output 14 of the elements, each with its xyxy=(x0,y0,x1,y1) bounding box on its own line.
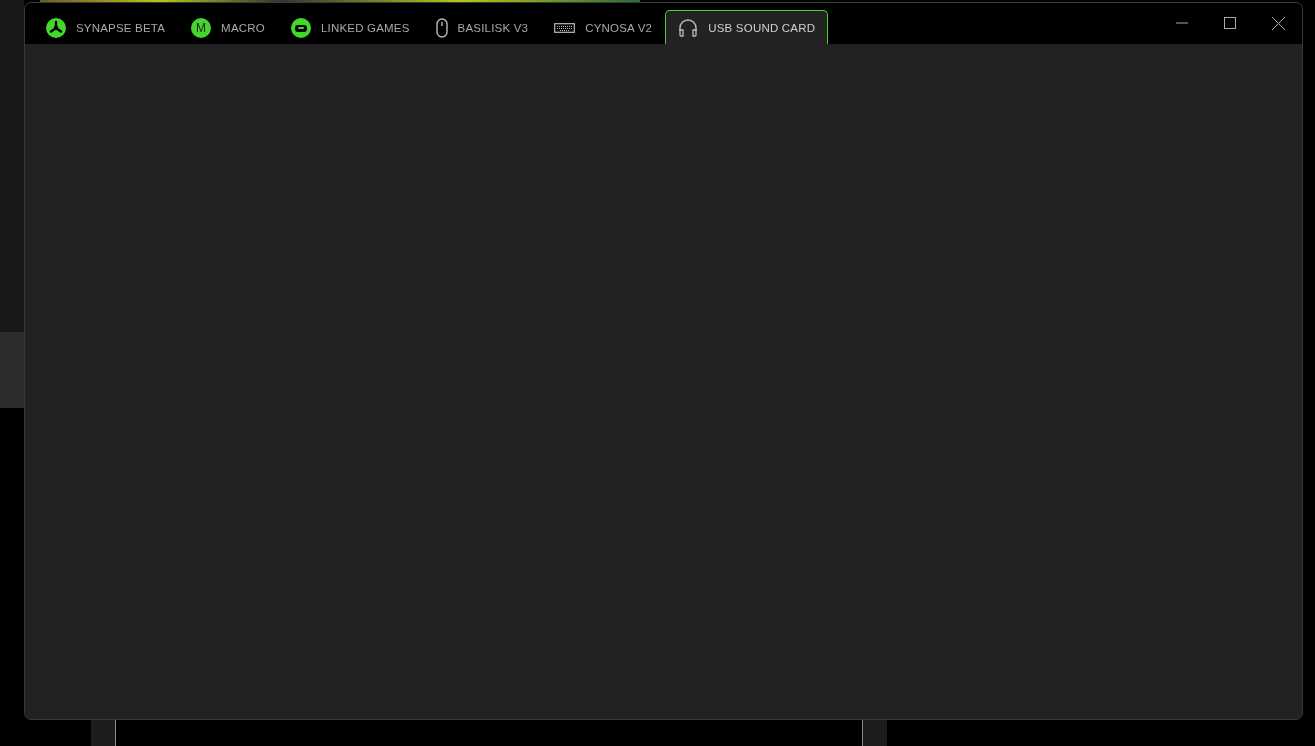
mouse-icon xyxy=(435,17,448,38)
tab[interactable]: USB SOUND CARD xyxy=(665,10,829,44)
triskelion-logo-icon xyxy=(46,17,66,38)
macro-letter-icon: M xyxy=(191,17,212,38)
tab[interactable]: CYNOSA V2 xyxy=(541,10,666,44)
tab[interactable]: LINKED GAMES xyxy=(277,10,423,44)
tab[interactable]: BASILISK V3 xyxy=(422,10,542,44)
tab[interactable]: M MACRO xyxy=(178,10,278,44)
close-icon xyxy=(1271,16,1285,30)
minimize-icon xyxy=(1176,22,1188,24)
keyboard-icon xyxy=(554,22,576,33)
maximize-icon xyxy=(1224,17,1236,29)
headphones-icon xyxy=(678,18,699,37)
tab[interactable]: SYNAPSE BETA xyxy=(33,10,179,44)
